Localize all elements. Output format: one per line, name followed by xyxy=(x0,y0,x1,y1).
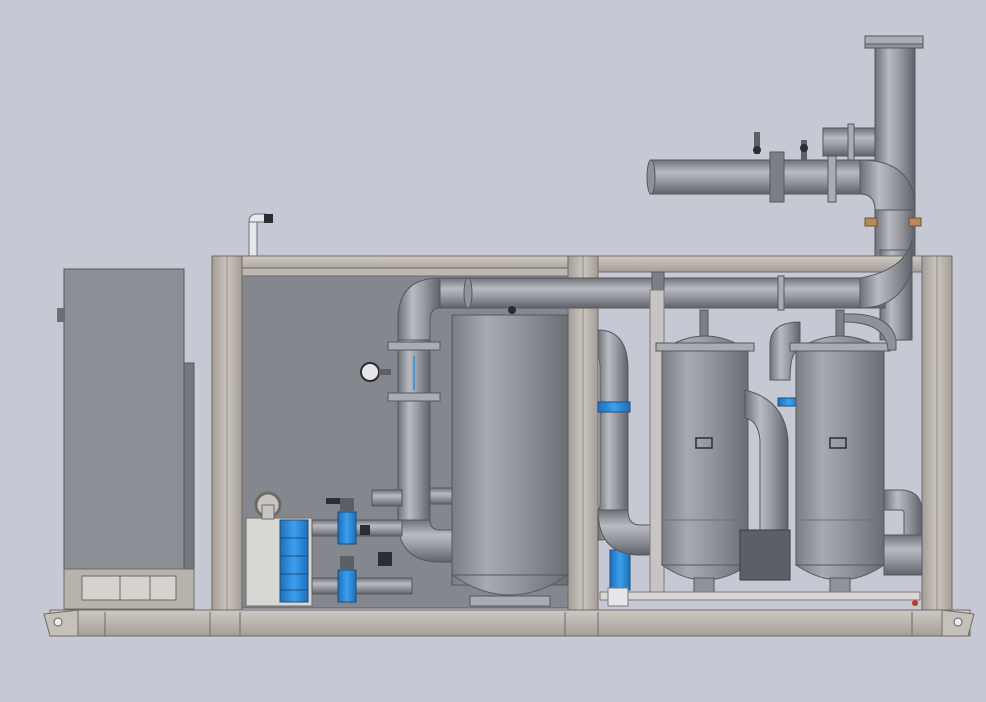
equipment-skid-drawing xyxy=(0,0,986,702)
buffer-tank xyxy=(450,314,570,607)
skid-base xyxy=(43,609,975,637)
vent-pipe xyxy=(248,213,273,257)
control-cabinet xyxy=(57,268,195,610)
filter-vessel xyxy=(789,309,897,597)
outlet-pipe xyxy=(883,489,923,606)
filter-vessel xyxy=(655,309,755,597)
valve xyxy=(337,556,357,603)
crossover-pipe xyxy=(744,321,801,556)
cad-render xyxy=(43,35,975,637)
